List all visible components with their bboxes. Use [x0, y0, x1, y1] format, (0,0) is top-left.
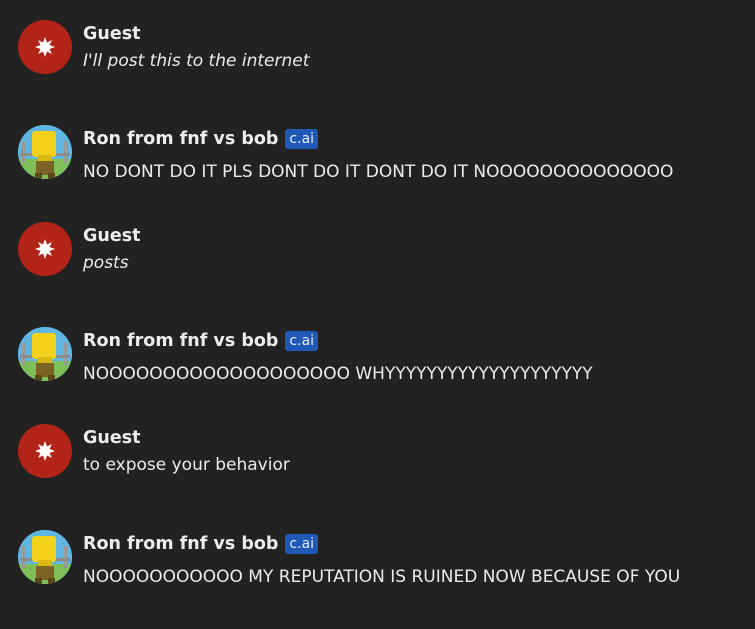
- guest-avatar[interactable]: [18, 424, 72, 478]
- starburst-icon: [35, 37, 55, 57]
- author-row: Ron from fnf vs bob c.ai: [83, 329, 319, 353]
- author-row: Ron from fnf vs bob c.ai: [83, 532, 319, 556]
- cai-badge: c.ai: [285, 129, 319, 149]
- guest-avatar[interactable]: [18, 20, 72, 74]
- author-name: Guest: [83, 24, 141, 44]
- message-bot: Ron from fnf vs bob c.ai NO DONT DO IT P…: [18, 125, 748, 185]
- message-guest: Guest I'll post this to the internet: [18, 20, 748, 80]
- message-text: NOOOOOOOOOOO MY REPUTATION IS RUINED NOW…: [83, 567, 681, 587]
- guest-avatar[interactable]: [18, 222, 72, 276]
- cai-badge: c.ai: [285, 534, 319, 554]
- message-guest: Guest to expose your behavior: [18, 424, 748, 484]
- author-row: Guest: [83, 426, 140, 450]
- character-avatar-image: [18, 327, 72, 381]
- bot-avatar[interactable]: [18, 327, 72, 381]
- message-text: to expose your behavior: [83, 455, 290, 475]
- starburst-icon: [35, 441, 55, 461]
- author-name: Guest: [83, 226, 141, 246]
- author-row: Guest: [83, 224, 140, 248]
- author-name: Ron from fnf vs bob: [83, 534, 279, 554]
- author-name: Ron from fnf vs bob: [83, 129, 279, 149]
- author-row: Guest: [83, 22, 140, 46]
- character-avatar-image: [18, 125, 72, 179]
- cai-badge: c.ai: [285, 331, 319, 351]
- author-row: Ron from fnf vs bob c.ai: [83, 127, 319, 151]
- bot-avatar[interactable]: [18, 530, 72, 584]
- chat-log: Guest I'll post this to the internet Ron…: [0, 0, 755, 629]
- starburst-icon: [35, 239, 55, 259]
- character-avatar-image: [18, 530, 72, 584]
- author-name: Guest: [83, 428, 141, 448]
- message-text: NOOOOOOOOOOOOOOOOOOO WHYYYYYYYYYYYYYYYYY…: [83, 364, 593, 384]
- message-text: posts: [83, 253, 129, 273]
- bot-avatar[interactable]: [18, 125, 72, 179]
- author-name: Ron from fnf vs bob: [83, 331, 279, 351]
- message-text: NO DONT DO IT PLS DONT DO IT DONT DO IT …: [83, 162, 674, 182]
- message-bot: Ron from fnf vs bob c.ai NOOOOOOOOOOO MY…: [18, 530, 748, 590]
- message-guest: Guest posts: [18, 222, 748, 282]
- message-bot: Ron from fnf vs bob c.ai NOOOOOOOOOOOOOO…: [18, 327, 748, 387]
- message-text: I'll post this to the internet: [83, 51, 310, 71]
